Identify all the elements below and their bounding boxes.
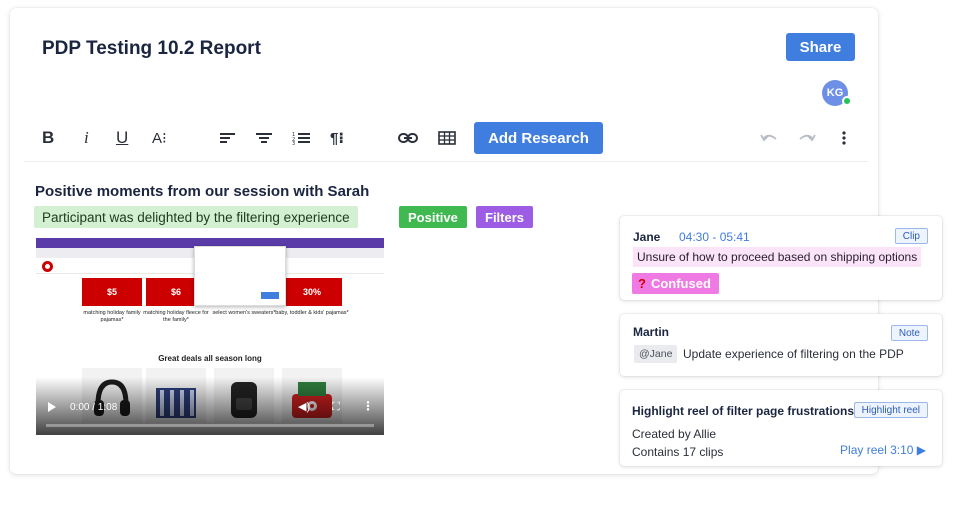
italic-button[interactable]: i: [84, 122, 89, 154]
fullscreen-icon[interactable]: ⛶: [332, 401, 340, 414]
tag-positive[interactable]: Positive: [399, 206, 467, 228]
section-heading: Positive moments from our session with S…: [35, 183, 370, 200]
ordered-list-button[interactable]: 123: [292, 122, 310, 154]
redo-icon: [799, 134, 816, 142]
tag-confused-label: Confused: [650, 276, 711, 291]
share-button[interactable]: Share: [786, 33, 855, 61]
table-icon: [438, 131, 456, 145]
page-title: PDP Testing 10.2 Report: [42, 38, 261, 59]
video-frame-modal-button: [261, 292, 279, 299]
redo-button[interactable]: [798, 122, 816, 154]
video-timestamp: 0:00 / 1:08: [70, 402, 118, 413]
reel-badge: Highlight reel: [853, 402, 928, 418]
svg-text:3: 3: [292, 141, 295, 145]
video-progress-bar[interactable]: [46, 424, 374, 427]
promo-tile: 30%: [282, 278, 342, 306]
promo-caption: matching holiday family pajamas*: [83, 310, 141, 323]
highlight-reel-card[interactable]: Highlight reel of filter page frustratio…: [620, 390, 942, 466]
promo-caption: select women's sweaters*: [212, 310, 276, 316]
clip-timestamp[interactable]: 04:30 - 05:41: [679, 230, 750, 244]
paragraph-style-button[interactable]: ¶⁝: [330, 122, 344, 154]
link-icon: [398, 133, 418, 143]
question-icon: ?: [638, 276, 646, 291]
undo-button[interactable]: [760, 122, 778, 154]
link-button[interactable]: [398, 122, 418, 154]
play-icon[interactable]: [48, 402, 56, 412]
reel-clip-count: Contains 17 clips: [632, 445, 724, 459]
tag-confused[interactable]: ? Confused: [632, 273, 719, 294]
video-player[interactable]: $5 $6 30% matching holiday family pajama…: [36, 238, 384, 435]
table-button[interactable]: [438, 122, 456, 154]
deals-heading: Great deals all season long: [158, 354, 262, 363]
research-sidebar: Jane 04:30 - 05:41 Clip Unsure of how to…: [620, 216, 942, 472]
clip-badge: Clip: [894, 228, 928, 244]
align-center-button[interactable]: [256, 122, 272, 154]
promo-caption: baby, toddler & kids' pajamas*: [275, 310, 349, 316]
align-left-button[interactable]: [220, 122, 236, 154]
align-left-icon: [220, 133, 235, 143]
clip-author: Jane: [633, 230, 661, 244]
target-logo: [42, 261, 53, 272]
text-size-button[interactable]: A⁝: [152, 122, 167, 154]
more-options-button[interactable]: [842, 122, 846, 154]
tag-filters[interactable]: Filters: [476, 206, 534, 228]
bold-button[interactable]: B: [42, 122, 54, 154]
undo-icon: [760, 134, 777, 142]
editor-toolbar: B i U A⁝ 123 ¶⁝ Add Research: [24, 122, 868, 162]
volume-icon[interactable]: ◀): [298, 400, 310, 413]
note-author: Martin: [633, 325, 669, 339]
note-card[interactable]: Martin Note @Jane Update experience of f…: [620, 314, 942, 376]
note-text: Update experience of filtering on the PD…: [683, 347, 904, 361]
reel-title: Highlight reel of filter page frustratio…: [632, 404, 855, 418]
video-frame-modal: [194, 246, 286, 306]
online-status-dot: [842, 96, 852, 106]
clip-quote: Unsure of how to proceed based on shippi…: [633, 247, 922, 267]
promo-tile: $5: [82, 278, 142, 306]
ordered-list-icon: 123: [292, 132, 310, 145]
note-badge: Note: [890, 325, 928, 341]
clip-card[interactable]: Jane 04:30 - 05:41 Clip Unsure of how to…: [620, 216, 942, 300]
underline-button[interactable]: U: [116, 122, 128, 154]
promo-caption: matching holiday fleece for the family*: [143, 310, 209, 323]
mention-chip[interactable]: @Jane: [634, 345, 678, 363]
add-research-button[interactable]: Add Research: [474, 122, 603, 154]
more-vertical-icon: [842, 131, 846, 145]
play-reel-link[interactable]: Play reel 3:10 ▶: [840, 443, 926, 457]
video-more-icon[interactable]: ⋮: [362, 399, 374, 413]
reel-created-by: Created by Allie: [632, 427, 717, 441]
highlighted-text[interactable]: Participant was delighted by the filteri…: [34, 206, 358, 228]
align-center-icon: [256, 133, 272, 143]
